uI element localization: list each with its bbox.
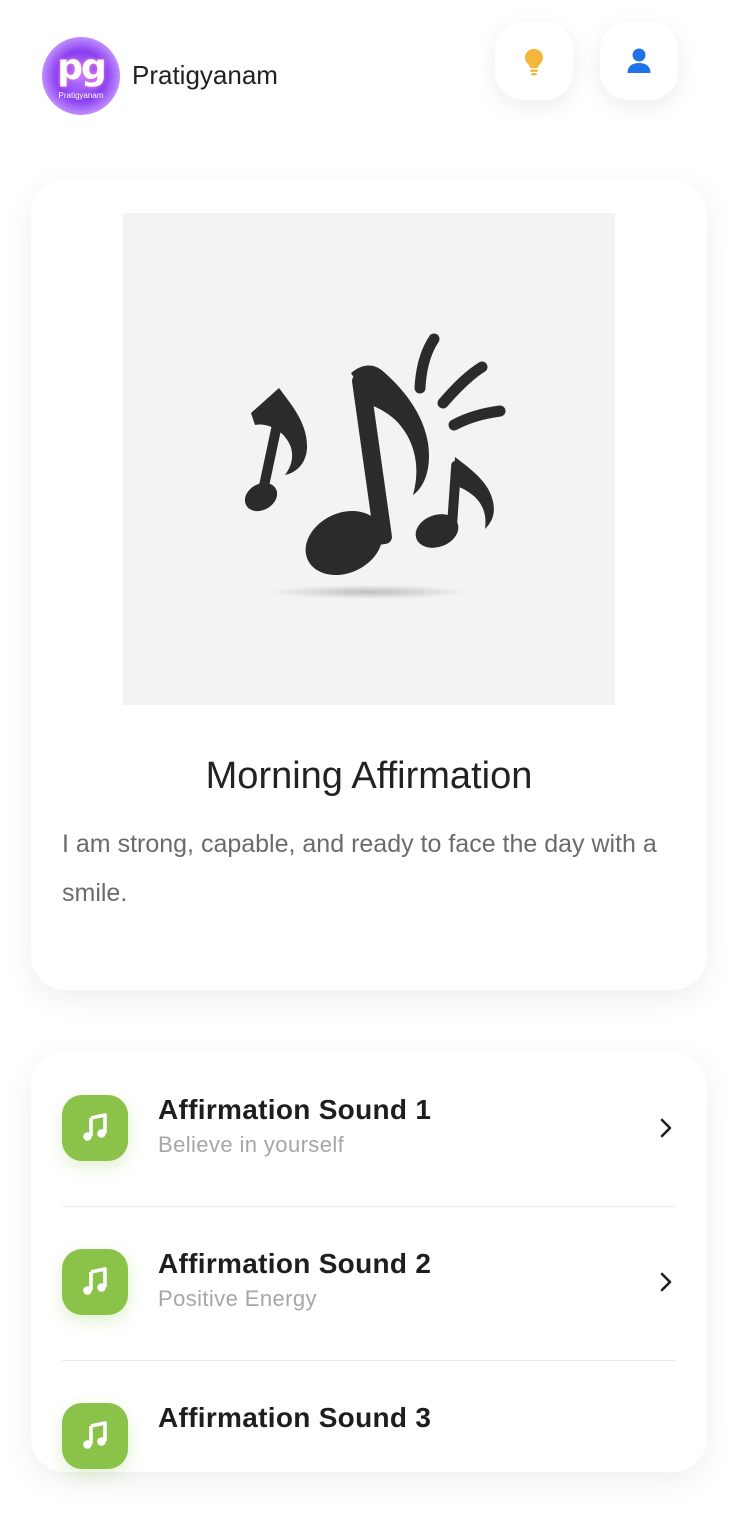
music-note-icon xyxy=(62,1403,128,1469)
sound-subtitle: Believe in yourself xyxy=(158,1132,345,1157)
logo-text: pg xyxy=(57,47,107,88)
chevron-right-icon xyxy=(660,1118,672,1138)
chevron-right-icon xyxy=(660,1272,672,1292)
sound-title: Affirmation Sound 2 xyxy=(158,1248,432,1279)
music-note-icon xyxy=(62,1095,128,1161)
music-note-icon xyxy=(62,1249,128,1315)
list-item[interactable]: Affirmation Sound 1 Believe in yourself xyxy=(62,1052,676,1207)
featured-affirmation-card[interactable]: Morning Affirmation I am strong, capable… xyxy=(31,180,707,990)
profile-button[interactable] xyxy=(600,22,678,100)
featured-title: Morning Affirmation xyxy=(205,755,533,797)
app-logo[interactable]: pg Pratigyanam xyxy=(42,37,120,115)
app-name: Pratigyanam xyxy=(132,60,278,90)
sound-subtitle: Positive Energy xyxy=(158,1286,317,1311)
list-item[interactable]: Affirmation Sound 3 xyxy=(62,1360,676,1514)
lightbulb-icon xyxy=(525,49,543,76)
sound-title: Affirmation Sound 3 xyxy=(158,1402,432,1433)
featured-description: I am strong, capable, and ready to face … xyxy=(62,830,657,907)
list-item[interactable]: Affirmation Sound 2 Positive Energy xyxy=(62,1206,676,1361)
user-icon xyxy=(627,48,651,73)
featured-image xyxy=(123,213,615,705)
music-notes-icon xyxy=(244,333,506,599)
logo-subtext: Pratigyanam xyxy=(58,91,104,100)
app-header: pg Pratigyanam Pratigyanam xyxy=(0,0,738,150)
sound-title: Affirmation Sound 1 xyxy=(158,1094,432,1125)
idea-button[interactable] xyxy=(495,22,573,100)
affirmation-sounds-list: Affirmation Sound 1 Believe in yourself … xyxy=(31,1052,707,1472)
